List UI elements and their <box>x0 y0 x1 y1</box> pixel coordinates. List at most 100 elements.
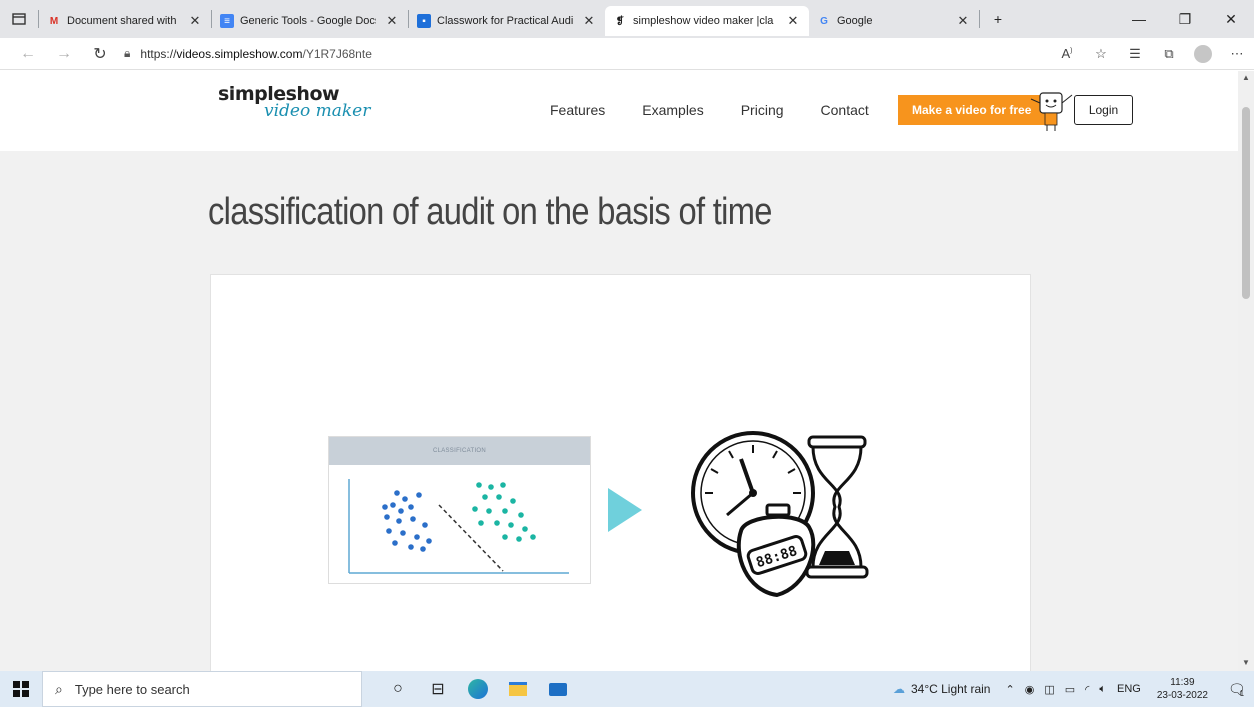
tab-label: Google <box>837 15 873 27</box>
tab-actions-button[interactable] <box>0 0 38 38</box>
new-tab-button[interactable]: + <box>980 0 1016 38</box>
gmail-icon: M <box>49 15 59 27</box>
tab-classroom[interactable]: ▪ Classwork for Practical Auditi ✕ <box>409 6 605 36</box>
nav-pricing[interactable]: Pricing <box>741 102 784 118</box>
back-button[interactable]: ← <box>10 38 46 70</box>
clock-hourglass-stopwatch-illustration: 88:88 <box>691 431 869 598</box>
wifi-icon[interactable]: ◜ <box>1085 683 1089 696</box>
system-tray: ☁ 34°C Light rain ⌃ ◉ ◫ ▭ ◜ 🔈︎ ENG 11:39… <box>893 671 1254 707</box>
site-header: simpleshow video maker Features Examples… <box>0 71 1238 151</box>
tab-close-icon[interactable]: ✕ <box>581 13 597 29</box>
edge-icon <box>468 679 488 699</box>
taskbar-search-box[interactable]: ⌕ Type here to search <box>42 671 362 707</box>
google-docs-icon: ≡ <box>220 14 234 28</box>
login-button[interactable]: Login <box>1074 95 1133 125</box>
chevron-up-icon[interactable]: ⌃ <box>1005 683 1014 696</box>
url-domain: videos.simpleshow.com <box>176 46 303 61</box>
lock-icon: 🔒︎ <box>124 46 131 60</box>
page-scrollbar[interactable]: ▲ ▼ <box>1238 71 1254 671</box>
web-page: simpleshow video maker Features Examples… <box>0 71 1238 671</box>
mascot-icon <box>1030 92 1073 131</box>
classification-illustration: CLASSIFICATION <box>328 436 591 584</box>
more-menu-button[interactable]: ⋯ <box>1220 38 1254 70</box>
cortana-button[interactable]: ○ <box>378 671 418 707</box>
tab-close-icon[interactable]: ✕ <box>785 13 801 29</box>
clock-time: 11:39 <box>1170 677 1195 688</box>
cortana-icon: ○ <box>393 680 403 697</box>
minimize-icon: — <box>1132 11 1146 27</box>
collections-icon: ⧉ <box>1164 45 1174 61</box>
profile-button[interactable] <box>1186 38 1220 70</box>
login-label: Login <box>1088 103 1119 117</box>
google-icon: G <box>820 15 828 27</box>
simpleshow-logo[interactable]: simpleshow video maker <box>218 83 370 121</box>
logo-line2: video maker <box>264 101 371 121</box>
tab-label: Generic Tools - Google Docs <box>240 15 376 27</box>
tab-close-icon[interactable]: ✕ <box>187 13 203 29</box>
tab-simpleshow[interactable]: ❡ simpleshow video maker |cla ✕ <box>605 6 809 36</box>
browser-tab-strip: M Document shared with you: " ✕ ≡ Generi… <box>0 0 1254 38</box>
classification-heading: CLASSIFICATION <box>329 437 590 465</box>
start-button[interactable] <box>0 671 42 707</box>
search-icon: ⌕ <box>55 680 63 697</box>
minimize-button[interactable]: — <box>1116 0 1162 38</box>
windows-taskbar: ⌕ Type here to search ○ ⊟ ☁ 34°C Light r… <box>0 671 1254 707</box>
close-icon: ✕ <box>1225 10 1237 27</box>
volume-icon[interactable]: 🔈︎ <box>1099 683 1106 696</box>
simpleshow-icon: ❡ <box>615 15 625 27</box>
weather-text: 34°C Light rain <box>910 682 991 696</box>
classroom-icon: ▪ <box>417 14 431 28</box>
nav-contact[interactable]: Contact <box>821 102 869 118</box>
scroll-down-icon[interactable]: ▼ <box>1242 658 1250 667</box>
folder-icon <box>509 682 527 696</box>
site-nav: Features Examples Pricing Contact <box>550 102 906 118</box>
tab-google-docs[interactable]: ≡ Generic Tools - Google Docs ✕ <box>212 6 408 36</box>
taskbar-clock[interactable]: 11:39 23-03-2022 <box>1157 676 1208 702</box>
video-player[interactable]: CLASSIFICATION 88:88 <box>210 274 1031 671</box>
scroll-up-icon[interactable]: ▲ <box>1242 73 1250 82</box>
add-favorite-button[interactable]: ☆ <box>1084 38 1118 70</box>
nav-features[interactable]: Features <box>550 102 605 118</box>
battery-icon[interactable]: ▭ <box>1065 683 1075 696</box>
url-prefix: https:// <box>140 46 177 61</box>
notification-count: 1 <box>1239 688 1245 698</box>
refresh-button[interactable]: ↻ <box>82 38 118 70</box>
file-explorer-button[interactable] <box>498 671 538 707</box>
favorites-button[interactable]: ☰ <box>1118 38 1152 70</box>
scroll-thumb[interactable] <box>1242 107 1250 299</box>
star-plus-icon: ☆ <box>1095 45 1107 61</box>
restore-icon: ❐ <box>1178 10 1192 27</box>
record-icon[interactable]: ◉ <box>1025 683 1035 696</box>
forward-button[interactable]: → <box>46 38 82 70</box>
collections-button[interactable]: ⧉ <box>1152 38 1186 70</box>
restore-button[interactable]: ❐ <box>1162 0 1208 38</box>
video-title: classification of audit on the basis of … <box>208 191 772 233</box>
clock-date: 23-03-2022 <box>1156 690 1208 701</box>
tab-gmail[interactable]: M Document shared with you: " ✕ <box>39 6 211 36</box>
cta-label: Make a video for free <box>912 103 1032 117</box>
task-view-icon: ⊟ <box>431 681 445 698</box>
address-bar-actions: A) ☆ ☰ ⧉ ⋯ <box>1050 38 1254 70</box>
edge-taskbar-button[interactable] <box>458 671 498 707</box>
nav-examples[interactable]: Examples <box>642 102 703 118</box>
close-window-button[interactable]: ✕ <box>1208 0 1254 38</box>
read-aloud-button[interactable]: A) <box>1050 38 1084 70</box>
mail-icon <box>549 682 567 696</box>
tab-close-icon[interactable]: ✕ <box>384 13 400 29</box>
tab-close-icon[interactable]: ✕ <box>955 13 971 29</box>
more-icon: ⋯ <box>1230 45 1244 61</box>
tab-actions-icon <box>12 13 26 25</box>
mail-button[interactable] <box>538 671 578 707</box>
task-view-button[interactable]: ⊟ <box>418 671 458 707</box>
windows-logo-icon <box>13 681 29 697</box>
play-arrow-icon <box>608 488 642 532</box>
arrow-right-icon: → <box>56 44 72 62</box>
language-indicator[interactable]: ENG <box>1117 683 1141 695</box>
notification-center-button[interactable]: 🗨︎ 1 <box>1218 671 1254 707</box>
weather-widget[interactable]: ☁ 34°C Light rain <box>893 682 991 696</box>
tab-google[interactable]: G Google ✕ <box>809 6 979 36</box>
tab-label: Document shared with you: " <box>67 15 179 27</box>
url-field[interactable]: 🔒︎ https://videos.simpleshow.com/Y1R7J68… <box>124 46 372 61</box>
meet-now-icon[interactable]: ◫ <box>1044 683 1054 696</box>
favorites-icon: ☰ <box>1129 45 1141 61</box>
